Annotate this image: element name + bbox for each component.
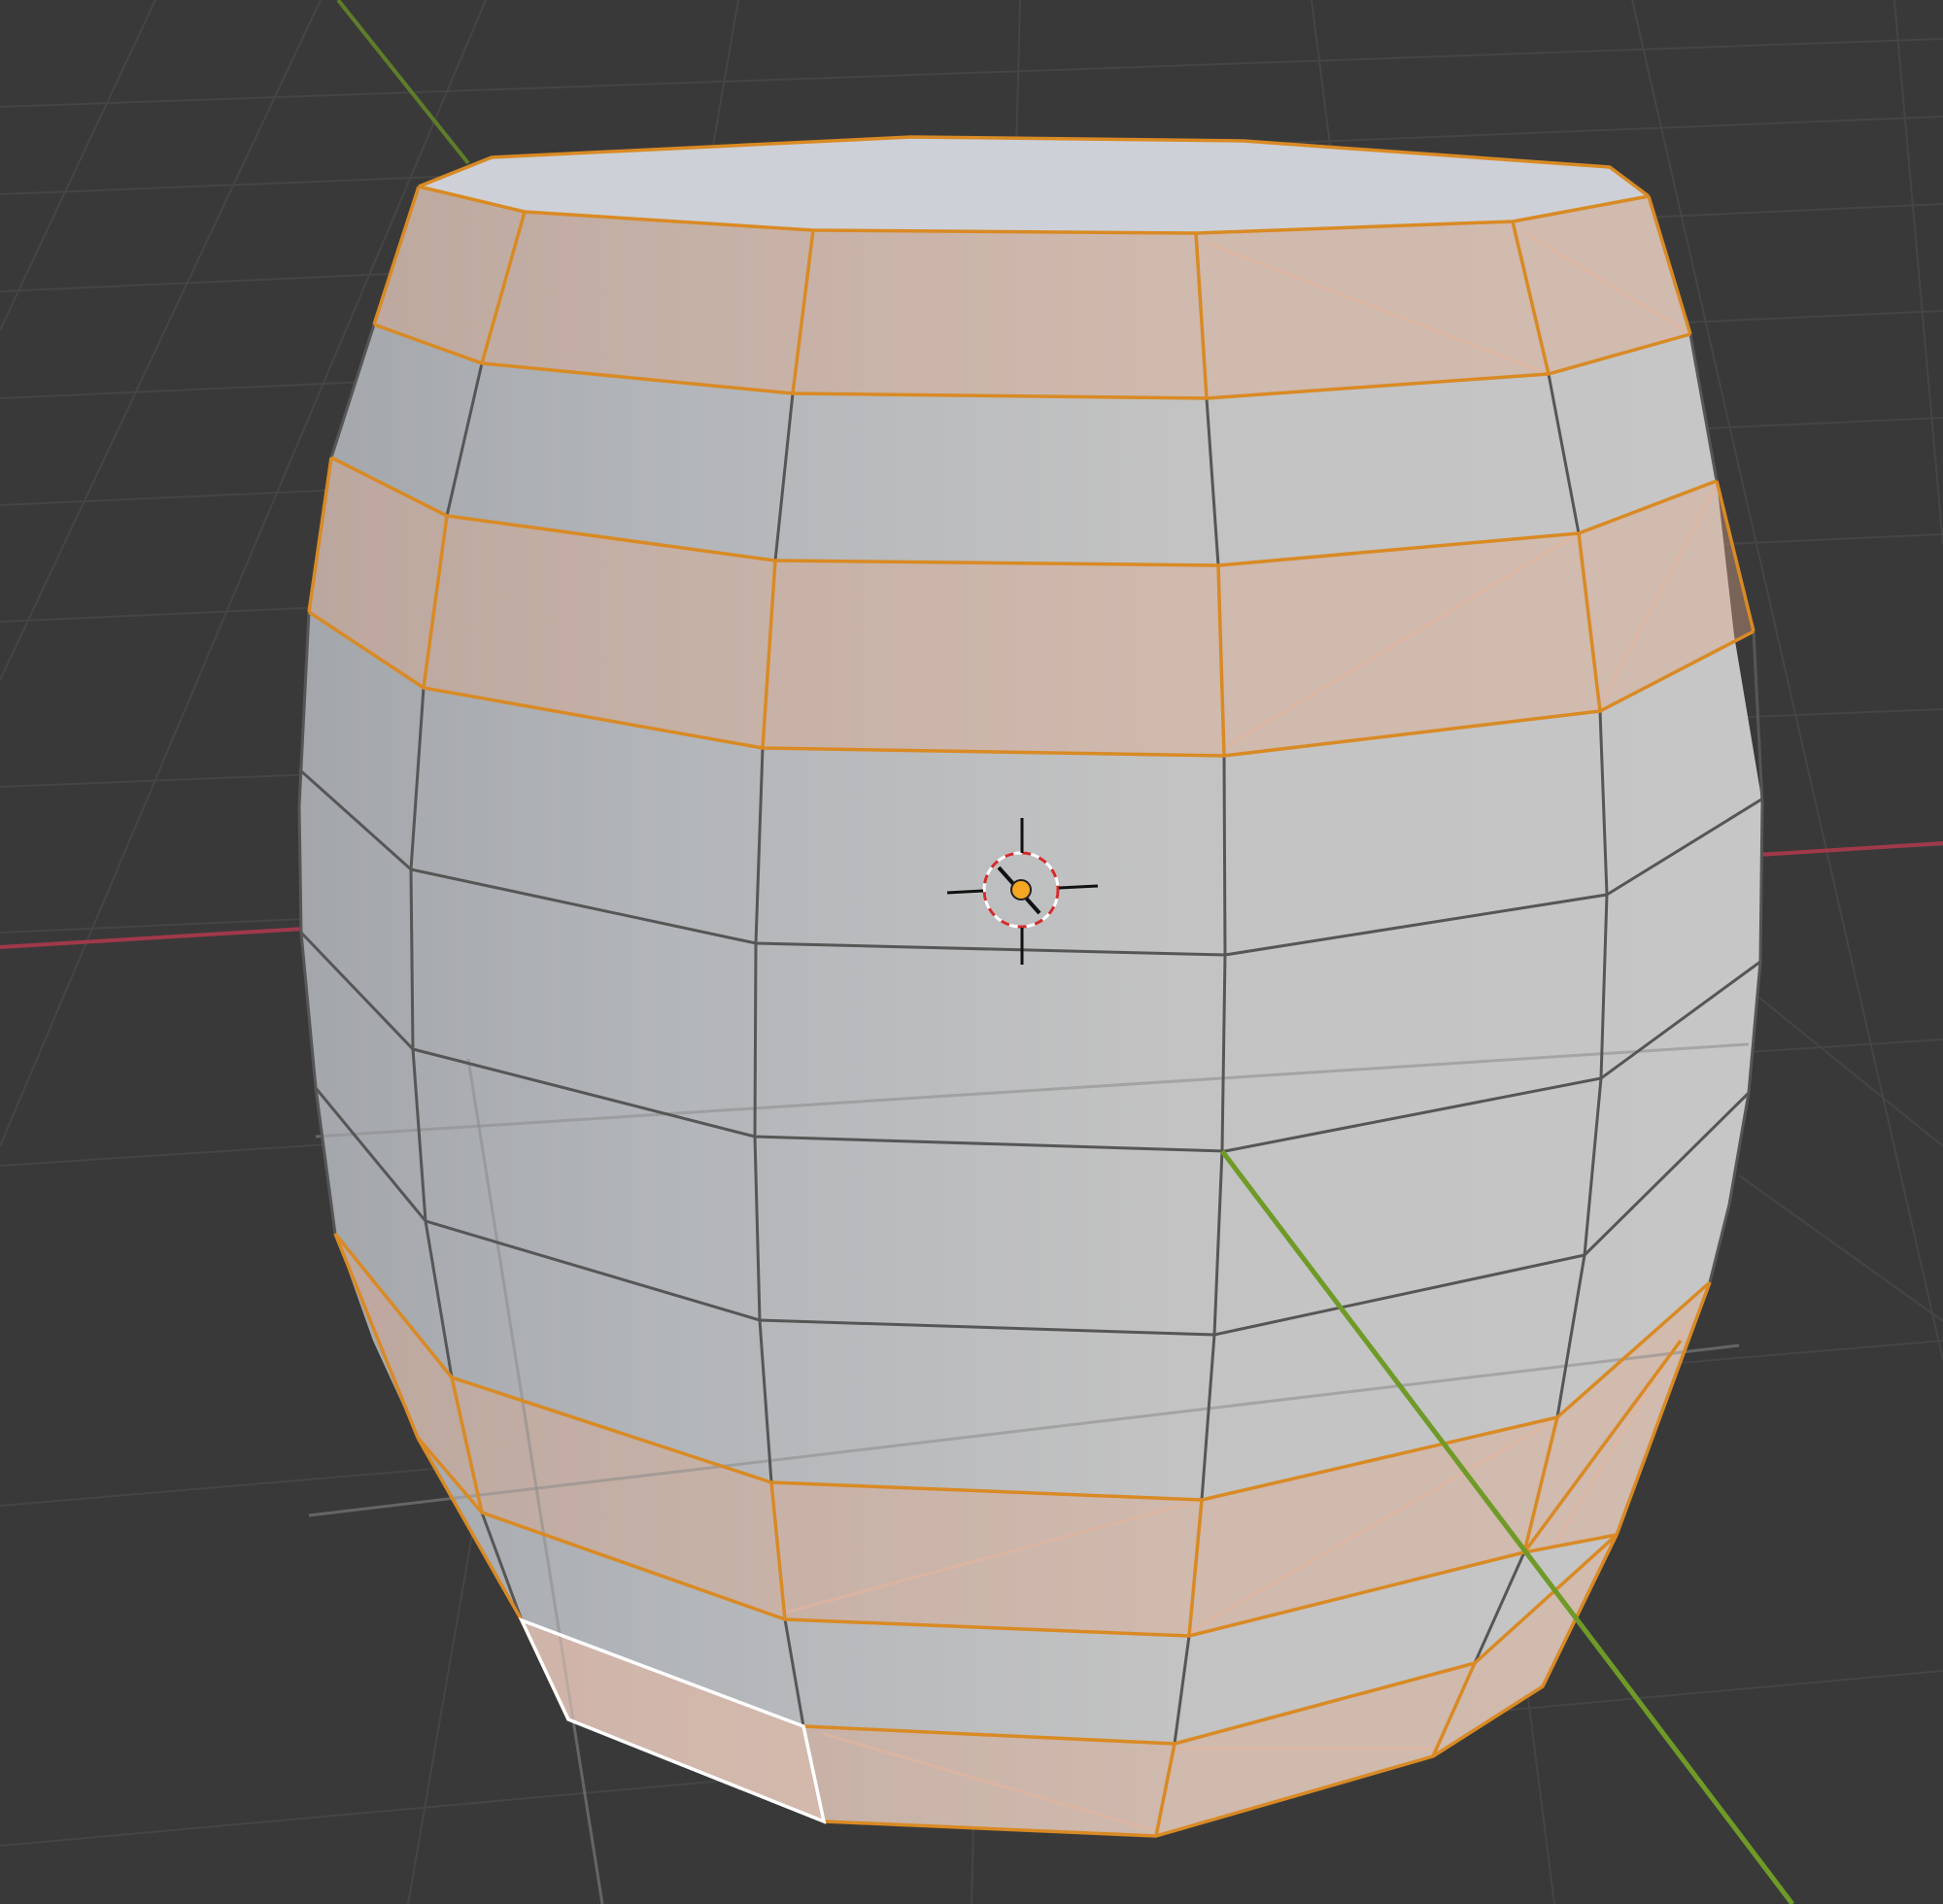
viewport-canvas[interactable] — [0, 0, 1943, 1904]
barrel-mesh[interactable] — [297, 135, 1764, 1904]
3d-viewport[interactable] — [0, 0, 1943, 1904]
x-axis-line-right — [1757, 841, 1943, 857]
y-axis-line-top — [336, 0, 470, 165]
